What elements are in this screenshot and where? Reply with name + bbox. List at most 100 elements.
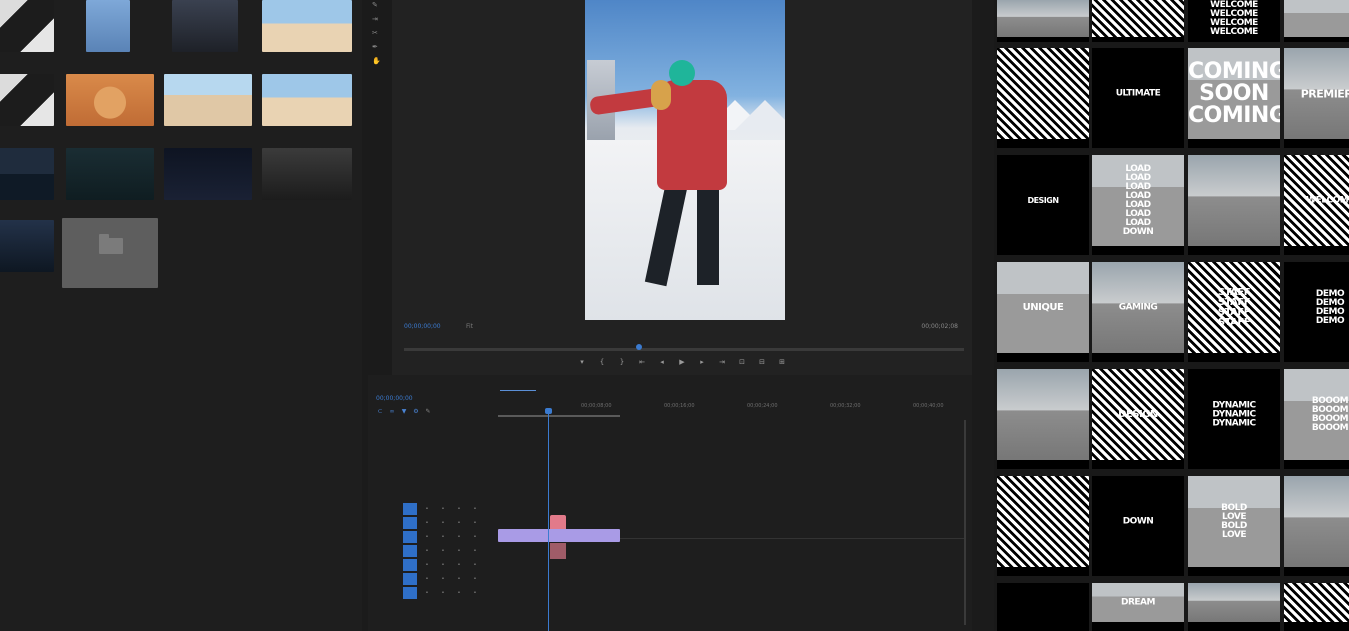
eye-icon[interactable]: • <box>440 506 446 512</box>
template-card[interactable]: GAMING <box>1092 262 1184 362</box>
program-playhead[interactable] <box>636 344 643 350</box>
project-bin-item[interactable] <box>66 148 154 212</box>
settings-icon[interactable]: ⚙ <box>412 408 420 416</box>
linked-selection-icon[interactable]: ∞ <box>388 408 396 416</box>
export-frame-icon[interactable]: ⊟ <box>757 357 767 367</box>
selection-tool-icon[interactable]: ✎ <box>372 2 378 9</box>
project-bin-item[interactable] <box>0 0 54 64</box>
template-card[interactable] <box>1284 476 1349 576</box>
eye-icon[interactable]: • <box>440 562 446 568</box>
template-card[interactable] <box>1188 155 1280 255</box>
project-bin-item[interactable] <box>66 74 154 138</box>
template-card[interactable]: STAFF STAFF STAFF STAFF <box>1188 262 1280 362</box>
template-card[interactable] <box>1188 583 1280 631</box>
track-target-toggle[interactable] <box>403 503 417 515</box>
add-marker-icon[interactable]: ▼ <box>400 408 408 416</box>
template-card[interactable]: DEMO DEMO DEMO DEMO <box>1284 262 1349 362</box>
template-card[interactable]: DESIGN <box>997 155 1089 255</box>
lift-icon[interactable]: ⇥ <box>717 357 727 367</box>
mute-icon[interactable]: • <box>456 534 462 540</box>
extract-icon[interactable]: ⊡ <box>737 357 747 367</box>
mute-icon[interactable]: • <box>456 590 462 596</box>
eye-icon[interactable]: • <box>440 548 446 554</box>
eye-icon[interactable]: • <box>440 520 446 526</box>
template-card[interactable] <box>997 583 1089 631</box>
mark-in-icon[interactable]: ▾ <box>577 357 587 367</box>
mute-icon[interactable]: • <box>456 548 462 554</box>
template-card[interactable]: COMING SOON COMING <box>1188 48 1280 148</box>
zoom-fit-select[interactable]: Fit <box>466 323 473 331</box>
step-back-icon[interactable]: ⇤ <box>637 357 647 367</box>
program-scrub-bar[interactable] <box>404 344 964 351</box>
template-card[interactable]: WELCOME <box>1284 155 1349 255</box>
track-target-toggle[interactable] <box>403 587 417 599</box>
lock-icon[interactable]: • <box>424 520 430 526</box>
project-bin-item[interactable] <box>0 148 54 212</box>
lock-icon[interactable]: • <box>424 534 430 540</box>
template-card[interactable] <box>1284 583 1349 631</box>
timeline-playhead[interactable] <box>545 408 552 414</box>
project-bin-item[interactable] <box>62 218 158 300</box>
hand-tool-icon[interactable]: ✋ <box>372 58 381 65</box>
go-to-out-icon[interactable]: ▸ <box>697 357 707 367</box>
track-target-toggle[interactable] <box>403 573 417 585</box>
template-card[interactable] <box>1092 0 1184 42</box>
project-bin-item[interactable] <box>86 0 130 64</box>
template-card[interactable]: WELCOME WELCOME WELCOME WELCOME <box>1188 0 1280 42</box>
project-bin-item[interactable] <box>164 148 252 212</box>
clip-selection-bottom[interactable] <box>550 543 566 559</box>
eye-icon[interactable]: • <box>440 590 446 596</box>
solo-icon[interactable]: • <box>472 506 478 512</box>
solo-icon[interactable]: • <box>472 562 478 568</box>
snap-icon[interactable]: ⊂ <box>376 408 384 416</box>
project-bin-item[interactable] <box>172 0 238 64</box>
program-timecode[interactable]: 00;00;00;00 <box>404 323 441 331</box>
template-card[interactable]: UNIQUE <box>997 262 1089 362</box>
mute-icon[interactable]: • <box>456 506 462 512</box>
eye-icon[interactable]: • <box>440 534 446 540</box>
project-bin-item[interactable] <box>262 148 352 212</box>
template-card[interactable]: PREMIERE <box>1284 48 1349 148</box>
lock-icon[interactable]: • <box>424 562 430 568</box>
project-bin-item[interactable] <box>0 220 54 284</box>
solo-icon[interactable]: • <box>472 548 478 554</box>
track-target-toggle[interactable] <box>403 531 417 543</box>
step-forward-icon[interactable]: ▶ <box>677 357 687 367</box>
solo-icon[interactable]: • <box>472 576 478 582</box>
wrench-icon[interactable]: ✎ <box>424 408 432 416</box>
video-clip[interactable] <box>498 529 620 542</box>
lock-icon[interactable]: • <box>424 576 430 582</box>
template-card[interactable]: DESIGN <box>1092 369 1184 469</box>
clip-selection-top[interactable] <box>550 515 566 529</box>
template-card[interactable] <box>997 476 1089 576</box>
track-target-toggle[interactable] <box>403 559 417 571</box>
timeline-timecode[interactable]: 00;00;00;00 <box>376 395 413 402</box>
mute-icon[interactable]: • <box>456 562 462 568</box>
template-card[interactable] <box>1284 0 1349 42</box>
template-card[interactable] <box>997 48 1089 148</box>
timeline-scrollbar[interactable] <box>964 420 966 625</box>
mark-out-icon[interactable]: { <box>597 357 607 367</box>
solo-icon[interactable]: • <box>472 590 478 596</box>
eye-icon[interactable]: • <box>440 576 446 582</box>
template-card[interactable]: LOAD LOAD LOAD LOAD LOAD LOAD LOAD DOWN <box>1092 155 1184 255</box>
go-to-in-icon[interactable]: } <box>617 357 627 367</box>
lock-icon[interactable]: • <box>424 548 430 554</box>
lock-icon[interactable]: • <box>424 506 430 512</box>
compare-icon[interactable]: ⊞ <box>777 357 787 367</box>
template-card[interactable] <box>997 369 1089 469</box>
project-bin-item[interactable] <box>262 74 352 138</box>
mute-icon[interactable]: • <box>456 576 462 582</box>
track-target-toggle[interactable] <box>403 517 417 529</box>
pen-tool-icon[interactable]: ✒ <box>372 44 378 51</box>
play-icon[interactable]: ◂ <box>657 357 667 367</box>
razor-tool-icon[interactable]: ✂ <box>372 30 378 37</box>
template-card[interactable]: DREAM <box>1092 583 1184 631</box>
project-bin-item[interactable] <box>0 74 54 138</box>
template-card[interactable]: ULTIMATE <box>1092 48 1184 148</box>
mute-icon[interactable]: • <box>456 520 462 526</box>
template-card[interactable]: DOWN <box>1092 476 1184 576</box>
track-target-toggle[interactable] <box>403 545 417 557</box>
project-bin-item[interactable] <box>262 0 352 64</box>
template-card[interactable]: BOOOM BOOOM BOOOM BOOOM <box>1284 369 1349 469</box>
